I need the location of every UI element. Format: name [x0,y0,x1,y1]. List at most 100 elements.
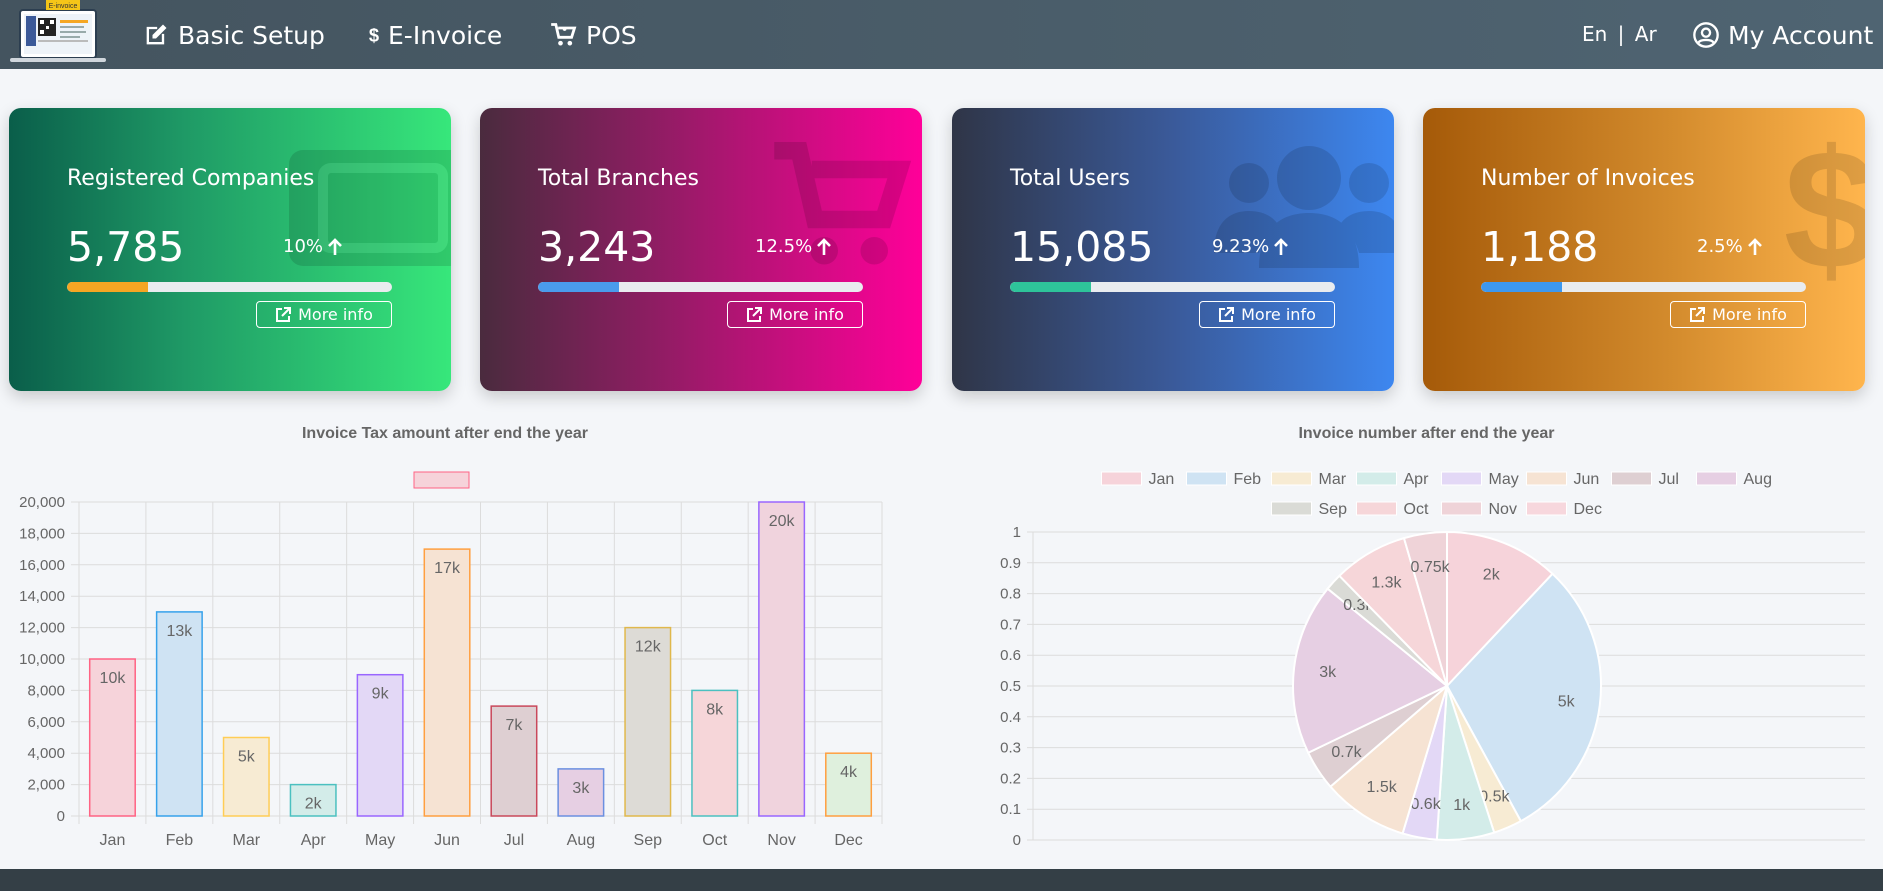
pie-data-label: 5k [1558,693,1576,710]
card-progress-fill [67,282,149,292]
external-link-icon [276,306,292,322]
legend-label: Dec [1574,501,1602,518]
card-progress-bar [1010,282,1335,292]
pie-data-label: 1.5k [1367,779,1398,796]
card-percent: 12.5% [755,236,832,257]
laptop-logo-icon: E-invoice [10,0,106,62]
pie-data-label: 0.75k [1410,559,1450,576]
card-value: 3,243 [538,223,656,271]
card-percent: 10% [283,236,343,257]
external-link-icon [1219,306,1235,322]
external-link-icon [747,306,763,322]
card-percent-text: 12.5% [755,236,813,257]
nav-pos[interactable]: POS [550,17,637,53]
app-logo[interactable]: E-invoice [8,0,108,64]
pie-data-label: 2k [1483,566,1501,583]
legend-swatch [1441,501,1482,516]
language-switcher: En | Ar [1582,22,1657,46]
legend-label: Sep [1319,501,1348,518]
legend-label: Apr [1404,471,1430,488]
card-registered-companies: Registered Companies 5,785 10% More info [9,108,451,391]
legend-label: Mar [1319,471,1347,488]
card-progress-bar [67,282,392,292]
edit-icon [146,24,167,45]
x-tick-label: Aug [567,832,595,849]
arrow-up-icon [1747,237,1762,255]
card-progress-fill [1010,282,1092,292]
bar-jun [423,548,471,817]
top-navbar: E-invoice Basic Setup $ E-Invoice POS En… [0,0,1883,69]
y-tick-label: 1 [1013,524,1021,541]
more-info-button[interactable]: More info [727,301,863,328]
pie-data-label: 1.3k [1371,574,1402,591]
y-tick-label: 0.5 [1000,678,1021,695]
x-tick-label: Jan [100,832,126,849]
nav-e-invoice[interactable]: $ E-Invoice [364,17,502,53]
bar-data-label: 4k [840,764,858,781]
more-info-button[interactable]: More info [1670,301,1806,328]
logo-badge-text: E-invoice [49,3,78,10]
x-tick-label: Oct [702,832,727,849]
card-value: 15,085 [1010,223,1154,271]
my-account-button[interactable]: My Account [1692,17,1873,53]
card-total-users: Total Users 15,085 9.23% More info [952,108,1394,391]
nav-basic-setup[interactable]: Basic Setup [142,17,325,53]
y-tick-label: 18,000 [19,525,65,542]
bar-data-label: 9k [372,686,390,703]
card-percent: 2.5% [1697,236,1763,257]
pie-data-label: 0.6k [1410,796,1441,813]
legend-label: Jun [1574,471,1600,488]
legend-label: Feb [1234,471,1262,488]
legend-label: Oct [1404,501,1429,518]
legend-label: Nov [1489,501,1517,518]
legend-label: Jul [1659,471,1679,488]
legend-swatch [1101,471,1142,486]
card-percent-text: 2.5% [1697,236,1743,257]
lang-en-link[interactable]: En [1582,22,1607,46]
x-tick-label: Mar [233,832,261,849]
lang-ar-link[interactable]: Ar [1635,22,1657,46]
card-title: Total Branches [538,166,699,191]
dollar-icon: $ [369,25,379,46]
card-progress-fill [538,282,620,292]
arrow-up-icon [328,237,342,255]
y-tick-label: 6,000 [27,714,65,731]
y-tick-label: 8,000 [27,682,65,699]
svg-text:$: $ [369,25,379,46]
bar-dec [825,752,873,817]
y-tick-label: 14,000 [19,588,65,605]
card-percent-text: 10% [283,236,324,257]
legend-swatch [1356,471,1397,486]
legend-swatch [1611,471,1652,486]
nav-e-invoice-label: E-Invoice [388,20,503,50]
legend-swatch [1526,501,1567,516]
y-tick-label: 2,000 [27,777,65,794]
y-tick-label: 10,000 [19,651,65,668]
user-circle-icon [1693,22,1719,48]
pie-chart: Jan Feb Mar Apr May Jun Jul Aug Sep Oct Nov Dec 0 0.1… [1000,471,1865,849]
svg-text:$: $ [1784,128,1865,298]
arrow-up-icon [817,237,832,255]
bar-data-label: 2k [305,796,323,813]
cart-icon [551,23,577,46]
bar-data-label: 8k [706,701,724,718]
card-progress-bar [538,282,863,292]
card-percent-text: 9.23% [1212,236,1270,257]
bar-chart-title: Invoice Tax amount after end the year [301,425,588,442]
bar-data-label: 10k [100,670,127,687]
legend-swatch [1696,471,1737,486]
nav-pos-label: POS [586,20,637,50]
arrow-up-icon [1274,237,1289,255]
bar-data-label: 3k [572,780,590,797]
my-account-label: My Account [1728,20,1874,50]
x-tick-label: Apr [301,832,327,849]
pie-chart-title: Invoice number after end the year [1298,425,1555,442]
legend-label: Aug [1744,471,1772,488]
legend-swatch [1356,501,1397,516]
x-tick-label: Dec [834,832,862,849]
y-tick-label: 0.1 [1000,801,1021,818]
more-info-button[interactable]: More info [256,301,392,328]
more-info-button[interactable]: More info [1199,301,1335,328]
x-tick-label: Jul [504,832,524,849]
y-tick-label: 0 [1013,832,1021,849]
